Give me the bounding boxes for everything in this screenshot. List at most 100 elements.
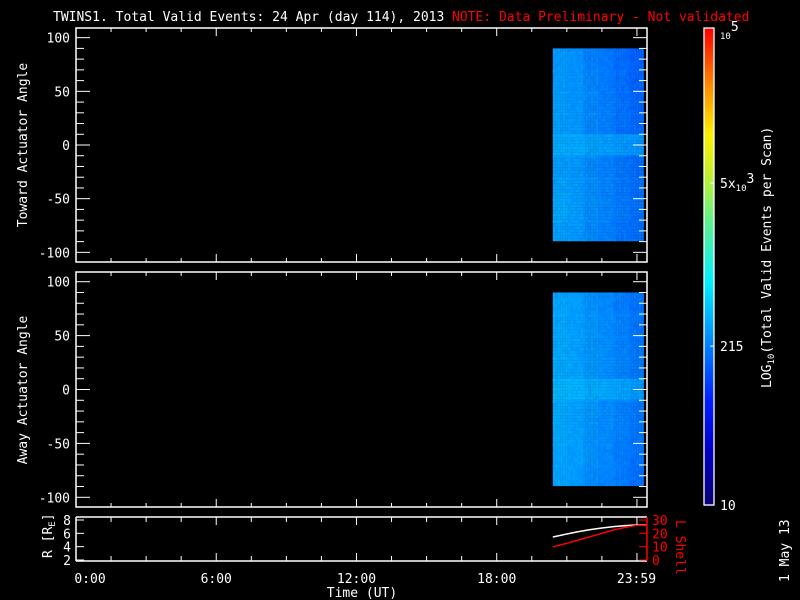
heatmap-pixel: [626, 310, 629, 314]
heatmap-pixel: [631, 54, 634, 58]
heatmap-pixel: [577, 292, 581, 296]
heatmap-pixel: [583, 130, 586, 134]
heatmap-pixel: [567, 124, 571, 128]
heatmap-pixel: [633, 344, 637, 348]
heatmap-pixel: [562, 378, 566, 382]
heatmap-pixel: [588, 378, 591, 382]
heatmap-pixel: [638, 295, 642, 299]
heatmap-pixel: [575, 304, 579, 308]
heatmap-pixel: [621, 143, 624, 147]
heatmap-pixel: [618, 137, 622, 141]
heatmap-pixel: [633, 146, 637, 150]
heatmap-pixel: [600, 149, 604, 153]
heatmap-pixel: [595, 403, 599, 407]
heatmap-pixel: [562, 403, 566, 407]
heatmap-pixel: [608, 412, 611, 416]
heatmap-pixel: [555, 332, 558, 336]
heatmap-pixel: [623, 372, 627, 376]
heatmap-pixel: [613, 238, 617, 242]
heatmap-pixel: [621, 63, 624, 67]
heatmap-pixel: [577, 51, 581, 55]
heatmap-pixel: [575, 357, 579, 361]
heatmap-pixel: [600, 409, 604, 413]
heatmap-pixel: [610, 186, 614, 190]
heatmap-pixel: [618, 320, 622, 324]
heatmap-pixel: [616, 91, 619, 95]
heatmap-pixel: [621, 201, 624, 205]
heatmap-pixel: [598, 384, 601, 388]
heatmap-pixel: [600, 161, 604, 165]
heatmap-pixel: [590, 60, 594, 64]
heatmap-pixel: [585, 357, 589, 361]
heatmap-pixel: [598, 124, 601, 128]
heatmap-pixel: [572, 173, 576, 177]
heatmap-pixel: [570, 81, 574, 85]
heatmap-pixel: [575, 310, 579, 314]
heatmap-pixel: [557, 396, 561, 400]
heatmap-pixel: [595, 326, 599, 330]
heatmap-pixel: [575, 66, 579, 70]
heatmap-pixel: [557, 363, 561, 367]
heatmap-pixel: [598, 137, 601, 141]
heatmap-pixel: [641, 60, 644, 64]
heatmap-pixel: [557, 412, 561, 416]
heatmap-pixel: [585, 97, 589, 101]
heatmap-pixel: [555, 63, 558, 67]
heatmap-pixel: [633, 180, 637, 184]
heatmap-pixel: [585, 353, 589, 357]
heatmap-pixel: [572, 381, 576, 385]
heatmap-pixel: [595, 415, 599, 419]
heatmap-pixel: [577, 75, 581, 79]
heatmap-pixel: [621, 66, 624, 70]
heatmap-pixel: [593, 369, 596, 373]
heatmap-pixel: [557, 192, 561, 196]
heatmap-pixel: [583, 381, 586, 385]
heatmap-pixel: [560, 186, 563, 190]
heatmap-pixel: [628, 51, 632, 55]
heatmap-pixel: [555, 84, 558, 88]
heatmap-pixel: [572, 223, 576, 227]
heatmap-pixel: [626, 338, 629, 342]
heatmap-pixel: [562, 121, 566, 125]
heatmap-pixel: [603, 164, 606, 168]
heatmap-pixel: [552, 298, 556, 302]
heatmap-pixel: [616, 192, 619, 196]
heatmap-pixel: [590, 347, 594, 351]
heatmap-pixel: [641, 213, 644, 217]
heatmap-pixel: [585, 314, 589, 318]
heatmap-pixel: [636, 78, 639, 82]
heatmap-pixel: [613, 295, 617, 299]
heatmap-pixel: [577, 177, 581, 181]
heatmap-cell: [628, 69, 644, 94]
heatmap-pixel: [570, 198, 574, 202]
heatmap-pixel: [598, 400, 601, 404]
heatmap-pixel: [616, 137, 619, 141]
heatmap-pixel: [567, 418, 571, 422]
heatmap-pixel: [552, 238, 556, 242]
heatmap-pixel: [585, 201, 589, 205]
heatmap-pixel: [605, 360, 609, 364]
heatmap-pixel: [638, 396, 642, 400]
heatmap-pixel: [572, 198, 576, 202]
heatmap-pixel: [570, 124, 574, 128]
heatmap-cell: [613, 155, 632, 180]
heatmap-pixel: [577, 314, 581, 318]
heatmap-pixel: [628, 186, 632, 190]
heatmap-cell: [598, 155, 616, 180]
heatmap-pixel: [641, 173, 644, 177]
heatmap-pixel: [631, 295, 634, 299]
heatmap-pixel: [575, 118, 579, 122]
heatmap-pixel: [590, 363, 594, 367]
heatmap-pixel: [610, 161, 614, 165]
heatmap-pixel: [638, 329, 642, 333]
heatmap-pixel: [570, 106, 574, 110]
heatmap-pixel: [626, 78, 629, 82]
heatmap-pixel: [623, 66, 627, 70]
heatmap-pixel: [588, 347, 591, 351]
heatmap-pixel: [585, 72, 589, 76]
heatmap-pixel: [560, 232, 563, 236]
heatmap-pixel: [608, 189, 611, 193]
heatmap-pixel: [562, 409, 566, 413]
heatmap-pixel: [595, 164, 599, 168]
heatmap-pixel: [555, 390, 558, 394]
